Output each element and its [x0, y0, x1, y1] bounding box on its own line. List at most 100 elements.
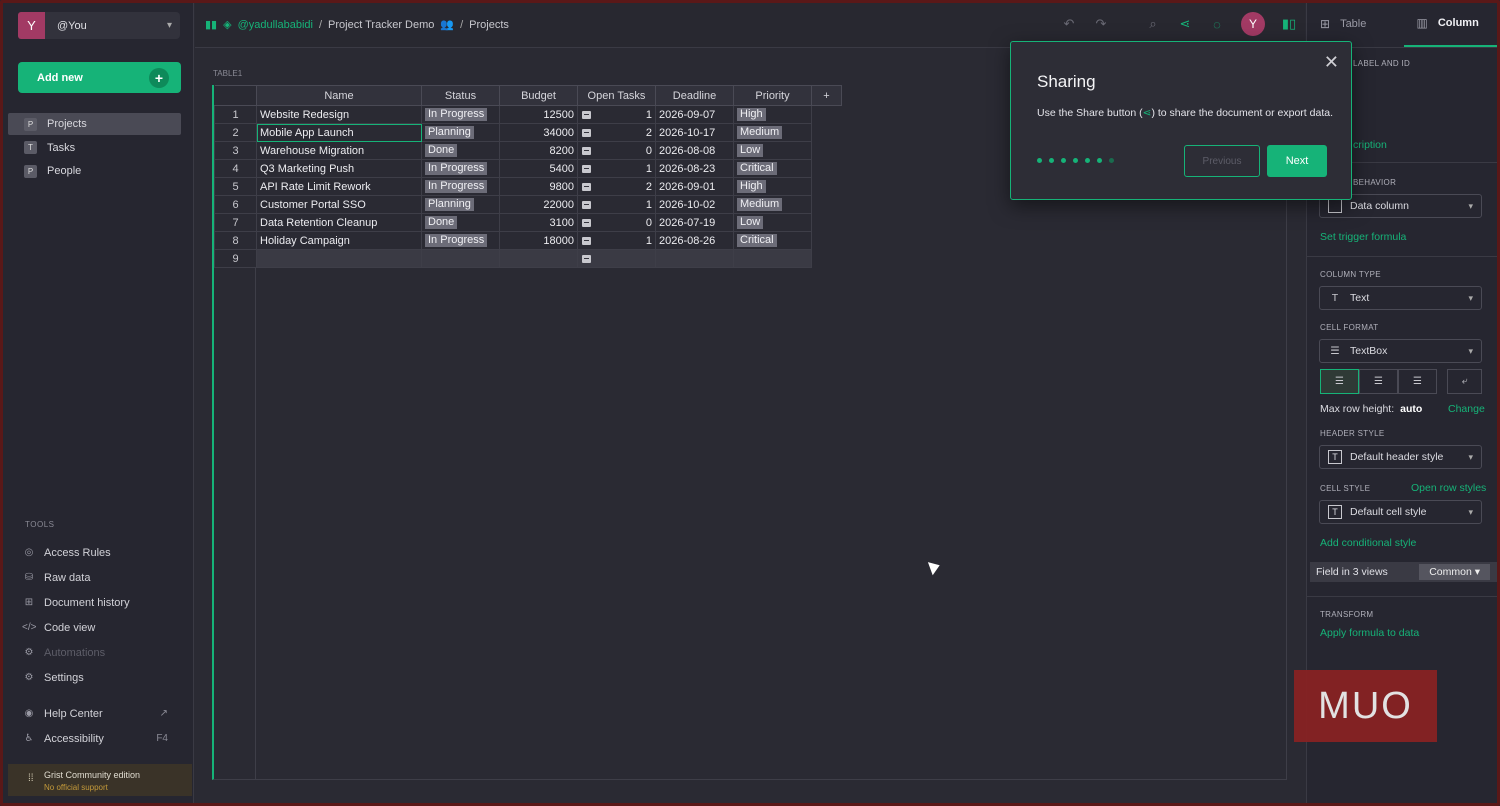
wrap-text-icon[interactable]: ⤶: [1447, 369, 1482, 394]
col-header-open-tasks[interactable]: Open Tasks: [577, 85, 656, 106]
new-row-cell[interactable]: [577, 249, 656, 268]
cell-deadline[interactable]: 2026-09-07: [655, 105, 734, 124]
cell-name[interactable]: Data Retention Cleanup: [256, 213, 422, 232]
comments-icon[interactable]: ◌: [1201, 12, 1233, 36]
cell-name[interactable]: Website Redesign: [256, 105, 422, 124]
add-column-button[interactable]: +: [811, 85, 842, 106]
cell-priority[interactable]: Medium: [733, 123, 812, 142]
cell-open-tasks[interactable]: 0: [577, 141, 656, 160]
page-item-people[interactable]: P People: [8, 160, 181, 182]
table-row[interactable]: 5 API Rate Limit Rework In Progress 9800 2 20…: [214, 177, 842, 196]
cell-name[interactable]: Mobile App Launch: [256, 123, 422, 142]
add-new-button[interactable]: Add new +: [18, 62, 181, 93]
cell-deadline[interactable]: 2026-10-02: [655, 195, 734, 214]
table-row[interactable]: 2 Mobile App Launch Planning 34000 2 2026-10-…: [214, 123, 842, 142]
new-row-cell[interactable]: [256, 249, 422, 268]
cell-budget[interactable]: 12500: [499, 105, 578, 124]
edition-banner[interactable]: ⁞⁞ Grist Community edition No official s…: [8, 764, 192, 796]
row-number[interactable]: 8: [214, 231, 257, 250]
col-header-priority[interactable]: Priority: [733, 85, 812, 106]
collapse-panel-icon[interactable]: ▮▮: [205, 18, 217, 31]
page-item-projects[interactable]: P Projects: [8, 113, 181, 135]
new-row-cell[interactable]: [499, 249, 578, 268]
cell-budget[interactable]: 5400: [499, 159, 578, 178]
cell-deadline[interactable]: 2026-10-17: [655, 123, 734, 142]
col-header-name[interactable]: Name: [256, 85, 422, 106]
breadcrumb-owner[interactable]: @yadullababidi: [238, 19, 313, 31]
row-number[interactable]: 3: [214, 141, 257, 160]
tab-column[interactable]: ▥ Column: [1403, 0, 1500, 47]
right-panel-toggle-icon[interactable]: ▮▯: [1273, 12, 1305, 36]
close-icon[interactable]: ✕: [1324, 52, 1339, 73]
cell-open-tasks[interactable]: 0: [577, 213, 656, 232]
cell-status[interactable]: Done: [421, 213, 500, 232]
common-settings-toggle[interactable]: Common ▾: [1419, 564, 1490, 580]
new-row-cell[interactable]: [655, 249, 734, 268]
new-row-cell[interactable]: [421, 249, 500, 268]
cell-status[interactable]: Done: [421, 141, 500, 160]
set-trigger-formula-link[interactable]: Set trigger formula: [1320, 231, 1406, 243]
tool-raw-data[interactable]: ⛁ Raw data: [22, 565, 182, 590]
cell-deadline[interactable]: 2026-07-19: [655, 213, 734, 232]
align-right-icon[interactable]: ☰: [1398, 369, 1437, 394]
table-row[interactable]: 3 Warehouse Migration Done 8200 0 2026-08-08 L…: [214, 141, 842, 160]
cell-budget[interactable]: 34000: [499, 123, 578, 142]
cell-status[interactable]: In Progress: [421, 105, 500, 124]
cell-status[interactable]: In Progress: [421, 231, 500, 250]
cell-format-select[interactable]: ☰ TextBox ▾: [1319, 339, 1482, 363]
cell-name[interactable]: Holiday Campaign: [256, 231, 422, 250]
row-number[interactable]: 9: [214, 249, 257, 268]
cell-budget[interactable]: 9800: [499, 177, 578, 196]
description-link[interactable]: cription: [1353, 139, 1387, 151]
cell-name[interactable]: Warehouse Migration: [256, 141, 422, 160]
cell-open-tasks[interactable]: 2: [577, 123, 656, 142]
cell-budget[interactable]: 18000: [499, 231, 578, 250]
cell-open-tasks[interactable]: 1: [577, 231, 656, 250]
row-number[interactable]: 4: [214, 159, 257, 178]
cell-status[interactable]: Planning: [421, 123, 500, 142]
cell-priority[interactable]: Low: [733, 213, 812, 232]
cell-status[interactable]: In Progress: [421, 159, 500, 178]
cell-priority[interactable]: Critical: [733, 159, 812, 178]
cell-deadline[interactable]: 2026-08-08: [655, 141, 734, 160]
cell-budget[interactable]: 3100: [499, 213, 578, 232]
new-row[interactable]: 9: [214, 249, 842, 268]
cell-open-tasks[interactable]: 2: [577, 177, 656, 196]
cell-open-tasks[interactable]: 1: [577, 159, 656, 178]
cell-status[interactable]: In Progress: [421, 177, 500, 196]
page-item-tasks[interactable]: T Tasks: [8, 137, 181, 159]
tool-automations[interactable]: ⚙ Automations: [22, 640, 182, 665]
cell-deadline[interactable]: 2026-08-23: [655, 159, 734, 178]
cell-name[interactable]: Customer Portal SSO: [256, 195, 422, 214]
table-row[interactable]: 1 Website Redesign In Progress 12500 1 2026-0…: [214, 105, 842, 124]
cell-priority[interactable]: Low: [733, 141, 812, 160]
share-icon[interactable]: ⋖: [1169, 12, 1201, 36]
change-link[interactable]: Change: [1448, 403, 1485, 415]
breadcrumb-page[interactable]: Projects: [469, 19, 509, 31]
table-row[interactable]: 6 Customer Portal SSO Planning 22000 1 2026-1…: [214, 195, 842, 214]
redo-icon[interactable]: ↷: [1085, 12, 1117, 36]
col-header-budget[interactable]: Budget: [499, 85, 578, 106]
align-center-icon[interactable]: ☰: [1359, 369, 1398, 394]
search-icon[interactable]: ⌕: [1137, 12, 1169, 36]
tool-access-rules[interactable]: ◎ Access Rules: [22, 540, 182, 565]
cell-budget[interactable]: 8200: [499, 141, 578, 160]
cell-priority[interactable]: High: [733, 177, 812, 196]
cell-name[interactable]: Q3 Marketing Push: [256, 159, 422, 178]
cell-budget[interactable]: 22000: [499, 195, 578, 214]
tool-document-history[interactable]: ⊞ Document history: [22, 590, 182, 615]
cell-priority[interactable]: Medium: [733, 195, 812, 214]
cell-style-select[interactable]: T Default cell style ▾: [1319, 500, 1482, 524]
previous-button[interactable]: Previous: [1184, 145, 1260, 177]
cell-deadline[interactable]: 2026-09-01: [655, 177, 734, 196]
table-row[interactable]: 7 Data Retention Cleanup Done 3100 0 2026-07-…: [214, 213, 842, 232]
col-header-deadline[interactable]: Deadline: [655, 85, 734, 106]
open-row-styles-link[interactable]: Open row styles: [1411, 482, 1486, 494]
cell-deadline[interactable]: 2026-08-26: [655, 231, 734, 250]
new-row-cell[interactable]: [733, 249, 812, 268]
header-style-select[interactable]: T Default header style ▾: [1319, 445, 1482, 469]
cell-priority[interactable]: High: [733, 105, 812, 124]
row-number[interactable]: 6: [214, 195, 257, 214]
table-row[interactable]: 8 Holiday Campaign In Progress 18000 1 2026-0…: [214, 231, 842, 250]
cell-priority[interactable]: Critical: [733, 231, 812, 250]
